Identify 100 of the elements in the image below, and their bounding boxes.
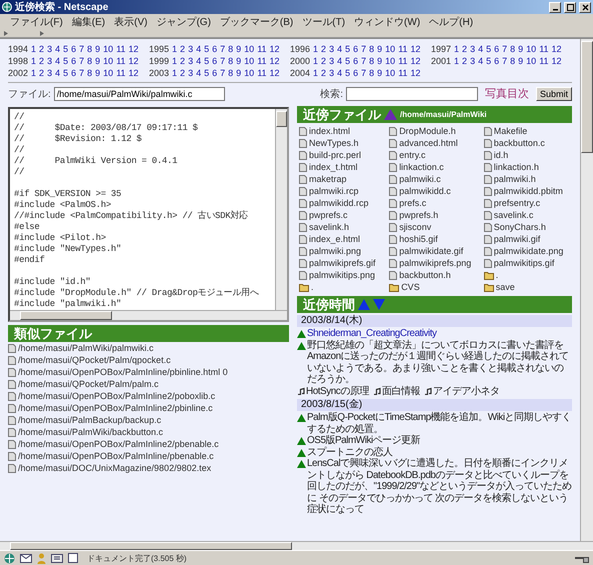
month-link[interactable]: 1 — [31, 44, 36, 54]
entry-link[interactable]: Shneiderman_CreatingCreativity — [307, 328, 572, 340]
month-link[interactable]: 6 — [71, 68, 76, 78]
file-link[interactable]: /home/masui/OpenPOBox/PalmInline2/pbinline.c — [18, 402, 213, 414]
month-link[interactable]: 7 — [361, 56, 366, 66]
month-link[interactable]: 11 — [539, 56, 549, 66]
month-link[interactable]: 4 — [478, 56, 484, 66]
file-path-field[interactable]: /home/masui/PalmWiki/palmwiki.c — [54, 86, 225, 100]
month-link[interactable]: 8 — [228, 68, 234, 78]
file-link[interactable]: /home/masui/OpenPOBox/PalmInline/pbenable.c — [18, 450, 214, 462]
file-link[interactable]: NewTypes.h — [309, 137, 359, 149]
file-link[interactable]: entry.c — [399, 149, 426, 161]
month-link[interactable]: 9 — [377, 56, 382, 66]
month-link[interactable]: 2 — [39, 56, 44, 66]
month-link[interactable]: 4 — [337, 56, 342, 66]
file-link[interactable]: index_t.html — [309, 161, 358, 173]
photo-index-link[interactable]: 写真目次 — [484, 86, 529, 101]
month-link[interactable]: 10 — [103, 68, 114, 78]
month-link[interactable]: 8 — [228, 56, 234, 66]
close-button[interactable] — [579, 2, 591, 12]
month-link[interactable]: 4 — [337, 44, 342, 54]
month-link[interactable]: 2 — [180, 44, 186, 54]
file-link[interactable]: /home/masui/OpenPOBox/PalmInline2/pbenable.c — [18, 438, 219, 450]
menu-item[interactable]: ウィンドウ(W) — [354, 14, 420, 28]
month-link[interactable]: 5 — [345, 56, 350, 66]
month-link[interactable]: 9 — [377, 68, 382, 78]
file-link[interactable]: palmwikitips.png — [309, 269, 376, 281]
file-link[interactable]: /home/masui/PalmBackup/backup.c — [18, 414, 162, 426]
file-link[interactable]: prefs.c — [399, 197, 426, 209]
file-link[interactable]: backbutton.c — [494, 137, 545, 149]
code-viewer[interactable] — [8, 107, 289, 322]
scrollbar[interactable] — [580, 39, 593, 541]
month-link[interactable]: 6 — [212, 56, 218, 66]
month-link[interactable]: 10 — [385, 68, 396, 78]
month-link[interactable]: 11 — [539, 44, 549, 54]
month-link[interactable]: 9 — [95, 56, 100, 66]
file-link[interactable]: . — [311, 281, 314, 293]
month-link[interactable]: 8 — [228, 44, 234, 54]
month-link[interactable]: 7 — [220, 44, 226, 54]
menu-item[interactable]: ファイル(F) — [10, 14, 63, 28]
month-link[interactable]: 11 — [398, 44, 408, 54]
file-link[interactable]: advanced.html — [399, 137, 458, 149]
file-link[interactable]: /home/masui/QPocket/Palm/qpocket.c — [18, 354, 171, 366]
month-link[interactable]: 10 — [244, 44, 254, 54]
month-link[interactable]: 4 — [55, 56, 60, 66]
month-link[interactable]: 9 — [377, 44, 382, 54]
month-link[interactable]: 11 — [116, 68, 126, 78]
file-link[interactable]: maketrap — [309, 173, 347, 185]
month-link[interactable]: 9 — [518, 44, 524, 54]
file-link[interactable]: palmwiki.h — [494, 173, 536, 185]
month-link[interactable]: 2 — [321, 44, 326, 54]
month-link[interactable]: 12 — [410, 56, 421, 66]
month-link[interactable]: 8 — [510, 44, 516, 54]
month-link[interactable]: 3 — [329, 44, 334, 54]
month-link[interactable]: 7 — [361, 68, 366, 78]
month-link[interactable]: 3 — [329, 56, 334, 66]
month-link[interactable]: 2 — [462, 44, 468, 54]
month-link[interactable]: 3 — [188, 56, 194, 66]
toolbar-grip-icon[interactable] — [2, 30, 10, 36]
globe-icon[interactable] — [4, 552, 15, 564]
month-link[interactable]: 3 — [188, 44, 194, 54]
file-link[interactable]: palmwikitips.gif — [494, 257, 554, 269]
month-link[interactable]: 10 — [244, 56, 254, 66]
month-link[interactable]: 1 — [31, 56, 36, 66]
month-link[interactable]: 12 — [270, 68, 280, 78]
file-link[interactable]: sjisconv — [399, 221, 432, 233]
month-link[interactable]: 12 — [128, 68, 139, 78]
month-link[interactable]: 3 — [47, 56, 52, 66]
file-link[interactable]: DropModule.h — [399, 125, 456, 137]
month-link[interactable]: 3 — [47, 44, 52, 54]
tag-link[interactable]: 面白情報 — [382, 386, 420, 397]
month-link[interactable]: 3 — [47, 68, 52, 78]
file-link[interactable]: backbutton.h — [399, 269, 451, 281]
month-link[interactable]: 4 — [55, 44, 60, 54]
file-link[interactable]: palmwikiprefs.gif — [309, 257, 376, 269]
month-link[interactable]: 7 — [220, 56, 226, 66]
month-link[interactable]: 11 — [398, 68, 408, 78]
month-link[interactable]: 2 — [180, 56, 186, 66]
file-link[interactable]: linkaction.h — [494, 161, 539, 173]
scrollbar[interactable] — [275, 109, 287, 310]
month-link[interactable]: 4 — [196, 56, 202, 66]
month-link[interactable]: 6 — [494, 44, 500, 54]
month-link[interactable]: 12 — [128, 44, 139, 54]
month-link[interactable]: 6 — [212, 44, 218, 54]
month-link[interactable]: 10 — [103, 44, 114, 54]
month-link[interactable]: 12 — [410, 68, 421, 78]
month-link[interactable]: 9 — [95, 68, 100, 78]
file-link[interactable]: pwprefs.c — [309, 209, 348, 221]
month-link[interactable]: 11 — [116, 56, 126, 66]
file-link[interactable]: id.h — [494, 149, 508, 161]
month-link[interactable]: 6 — [494, 56, 500, 66]
month-link[interactable]: 5 — [63, 44, 68, 54]
file-link[interactable]: /home/masui/DOC/UnixMagazine/9802/9802.tex — [18, 462, 212, 474]
file-link[interactable]: /home/masui/OpenPOBox/PalmInline/pbinline.html 0 — [18, 366, 228, 378]
month-link[interactable]: 2 — [462, 56, 468, 66]
month-link[interactable]: 11 — [398, 56, 408, 66]
month-link[interactable]: 9 — [518, 56, 524, 66]
month-link[interactable]: 1 — [454, 44, 460, 54]
file-link[interactable]: palmwiki.png — [309, 245, 362, 257]
month-link[interactable]: 3 — [470, 56, 476, 66]
